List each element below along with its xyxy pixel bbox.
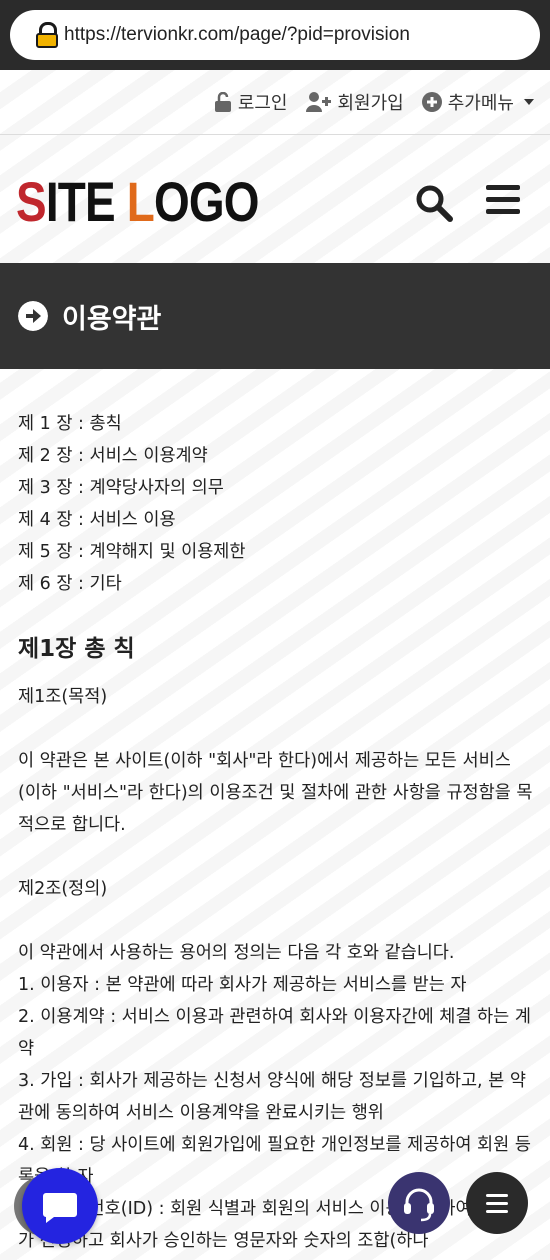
terms-content: 제 1 장 : 총칙 제 2 장 : 서비스 이용계약 제 3 장 : 계약당사… — [18, 408, 533, 1257]
login-link[interactable]: 로그인 — [214, 89, 288, 115]
chapter-item[interactable]: 제 6 장 : 기타 — [18, 568, 533, 600]
definition-item: 3. 가입 : 회사가 제공하는 신청서 양식에 해당 정보를 기입하고, 본 … — [18, 1071, 526, 1123]
plus-circle-icon — [421, 92, 442, 112]
page-title-bar: 이용약관 — [0, 263, 550, 369]
article-text: 이 약관은 본 사이트(이하 "회사"라 한다)에서 제공하는 모든 서비스(이… — [18, 751, 533, 835]
hamburger-icon[interactable] — [486, 185, 520, 215]
lock-icon — [36, 22, 58, 48]
section-heading: 제1장 총 칙 — [18, 636, 135, 662]
unlock-icon — [214, 92, 231, 112]
caret-down-icon — [524, 99, 534, 105]
chat-button[interactable] — [22, 1168, 98, 1244]
headset-icon — [404, 1188, 434, 1222]
article-text: 이 약관에서 사용하는 용어의 정의는 다음 각 호와 같습니다. — [18, 943, 455, 963]
chapter-list: 제 1 장 : 총칙 제 2 장 : 서비스 이용계약 제 3 장 : 계약당사… — [18, 408, 533, 600]
chapter-item[interactable]: 제 4 장 : 서비스 이용 — [18, 504, 533, 536]
support-button[interactable] — [388, 1172, 450, 1234]
site-header: SITE LOGO — [0, 135, 550, 263]
article-title: 제1조(목적) — [18, 687, 108, 707]
chapter-item[interactable]: 제 3 장 : 계약당사자의 의무 — [18, 472, 533, 504]
signup-label: 회원가입 — [337, 93, 404, 114]
user-plus-icon — [305, 92, 331, 112]
chapter-item[interactable]: 제 1 장 : 총칙 — [18, 408, 533, 440]
chapter-item[interactable]: 제 5 장 : 계약해지 및 이용제한 — [18, 536, 533, 568]
page-title: 이용약관 — [62, 303, 162, 335]
search-icon[interactable] — [414, 183, 454, 223]
top-navigation: 로그인 회원가입 추가메뉴 — [0, 70, 550, 135]
login-label: 로그인 — [237, 93, 288, 114]
definition-item: 1. 이용자 : 본 약관에 따라 회사가 제공하는 서비스를 받는 자 — [18, 975, 467, 995]
article-title: 제2조(정의) — [18, 879, 108, 899]
chat-icon — [43, 1193, 77, 1223]
arrow-right-circle-icon — [18, 301, 48, 331]
more-menu-label: 추가메뉴 — [447, 93, 514, 114]
url-field[interactable]: https://tervionkr.com/page/?pid=provisio… — [10, 10, 540, 60]
chapter-item[interactable]: 제 2 장 : 서비스 이용계약 — [18, 440, 533, 472]
quick-menu-button[interactable] — [466, 1172, 528, 1234]
signup-link[interactable]: 회원가입 — [305, 89, 404, 115]
url-text[interactable]: https://tervionkr.com/page/?pid=provisio… — [64, 24, 410, 46]
definition-item: 2. 이용계약 : 서비스 이용과 관련하여 회사와 이용자간에 체결 하는 계… — [18, 1007, 531, 1059]
site-logo[interactable]: SITE LOGO — [16, 169, 259, 234]
browser-url-bar: https://tervionkr.com/page/?pid=provisio… — [0, 0, 550, 70]
more-menu-dropdown[interactable]: 추가메뉴 — [421, 89, 534, 115]
